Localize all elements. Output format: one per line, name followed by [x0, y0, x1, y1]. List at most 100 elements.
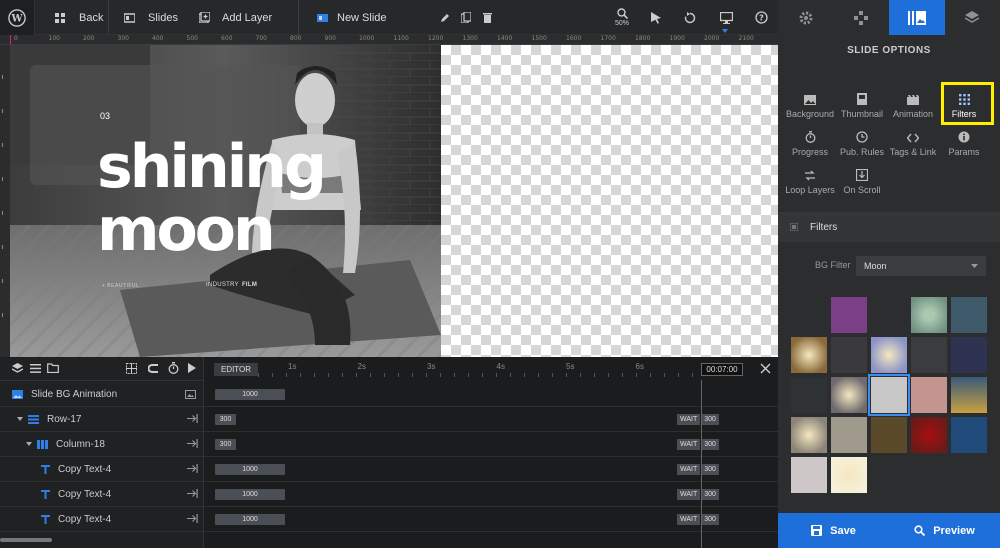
horizontal-scrollbar[interactable] [0, 538, 52, 542]
filter-swatch[interactable] [791, 457, 827, 493]
tab-slide-options[interactable] [889, 0, 945, 35]
back-button[interactable]: Back [55, 0, 103, 35]
animation-bar[interactable]: 1000 [215, 489, 285, 500]
duplicate-icon[interactable] [459, 0, 473, 35]
timeline-layer-row[interactable]: Row-17 300 WAIT 300 [0, 407, 778, 432]
option-tags-link[interactable]: Tags & Link [887, 127, 939, 157]
option-animation[interactable]: Animation [887, 89, 939, 119]
filter-swatch[interactable] [951, 377, 987, 413]
option-params[interactable]: Params [938, 127, 990, 157]
filter-swatch[interactable] [911, 377, 947, 413]
slide-caption-right[interactable]: INDUSTRY FILM [206, 282, 257, 288]
transparent-canvas-area [441, 45, 778, 357]
save-button[interactable]: Save [778, 513, 889, 548]
trash-icon[interactable] [480, 0, 494, 35]
filter-swatch[interactable] [911, 337, 947, 373]
filter-swatch[interactable] [791, 297, 827, 333]
filter-swatch-moon[interactable] [868, 374, 910, 416]
filter-swatch[interactable] [951, 417, 987, 453]
option-thumbnail[interactable]: Thumbnail [836, 89, 888, 119]
option-background[interactable]: Background [784, 89, 836, 119]
image-settings-icon[interactable] [185, 390, 196, 399]
magnet-icon[interactable] [148, 363, 159, 374]
filter-swatch[interactable] [911, 417, 947, 453]
filters-section-header[interactable]: Filters [778, 212, 1000, 242]
timeline-layer-row[interactable]: Copy Text-4 1000 WAIT 300 [0, 457, 778, 482]
zoom-button[interactable]: 50% [610, 0, 634, 35]
filter-swatch[interactable] [791, 417, 827, 453]
layer-name: Slide BG Animation [31, 389, 118, 400]
option-pub-rules[interactable]: Pub. Rules [836, 127, 888, 157]
filter-swatch[interactable] [871, 417, 907, 453]
animation-bar[interactable]: 1000 [215, 389, 285, 400]
slides-button[interactable]: Slides [124, 0, 178, 35]
editor-button[interactable]: EDITOR [214, 363, 258, 376]
arrow-to-end-icon[interactable] [187, 414, 198, 423]
ruler-tick: 800 [290, 35, 302, 42]
slide-preview[interactable]: 03 shining moon + BEAUTIFUL INDUSTRY FIL… [10, 45, 441, 357]
timeline-layer-row[interactable]: Column-18 300 WAIT 300 [0, 432, 778, 457]
slide-name-field[interactable]: New Slide [317, 0, 387, 35]
wait-block[interactable]: WAIT 300 [677, 414, 719, 425]
layers-icon[interactable] [12, 363, 23, 374]
undo-icon[interactable] [683, 0, 697, 35]
filter-swatch[interactable] [831, 377, 867, 413]
tab-settings[interactable] [778, 0, 834, 35]
filter-swatch[interactable] [791, 337, 827, 373]
slide-number[interactable]: 03 [100, 111, 110, 121]
tab-layers[interactable] [945, 0, 1000, 35]
filter-swatch[interactable] [871, 297, 907, 333]
filter-swatch[interactable] [831, 457, 867, 493]
list-icon[interactable] [30, 364, 41, 373]
wait-block[interactable]: WAIT 300 [677, 439, 719, 450]
slide-headline-2[interactable]: moon [97, 200, 276, 260]
animation-bar[interactable]: 1000 [215, 464, 285, 475]
grid-toggle-icon[interactable] [126, 363, 137, 374]
add-layer-button[interactable]: Add Layer [199, 0, 272, 35]
filter-swatch[interactable] [831, 297, 867, 333]
wait-block[interactable]: WAIT 300 [677, 489, 719, 500]
timeline-end-time[interactable]: 00:07:00 [701, 363, 743, 376]
slide-headline-1[interactable]: shining [97, 137, 327, 197]
arrow-to-end-icon[interactable] [187, 489, 198, 498]
option-loop-layers[interactable]: Loop Layers [784, 165, 836, 195]
help-icon[interactable]: ? [753, 0, 769, 35]
animation-bar[interactable]: 300 [215, 414, 236, 425]
arrow-to-end-icon[interactable] [187, 514, 198, 523]
option-on-scroll[interactable]: On Scroll [836, 165, 888, 195]
wordpress-logo-icon[interactable]: W [0, 0, 35, 35]
timeline-layer-row[interactable]: Copy Text-4 1000 WAIT 300 [0, 507, 778, 532]
timeline-layer-row[interactable]: Copy Text-4 1000 WAIT 300 [0, 482, 778, 507]
filter-swatch[interactable] [911, 297, 947, 333]
timeline-layer-row[interactable]: Slide BG Animation 1000 [0, 382, 778, 407]
info-icon [938, 127, 990, 143]
filter-swatch[interactable] [791, 377, 827, 413]
animation-bar[interactable]: 300 [215, 439, 236, 450]
arrow-to-end-icon[interactable] [187, 439, 198, 448]
slide-caption-left[interactable]: + BEAUTIFUL [102, 283, 139, 289]
animation-bar[interactable]: 1000 [215, 514, 285, 525]
caret-down-icon[interactable] [17, 417, 23, 421]
filter-swatch[interactable] [831, 337, 867, 373]
cursor-icon[interactable] [649, 0, 663, 35]
arrow-to-end-icon[interactable] [187, 464, 198, 473]
wait-block[interactable]: WAIT 300 [677, 464, 719, 475]
stopwatch-icon[interactable] [168, 362, 179, 374]
bg-filter-select[interactable]: Moon [856, 256, 986, 276]
pencil-icon[interactable] [438, 0, 452, 35]
filter-swatch[interactable] [951, 297, 987, 333]
caret-down-icon[interactable] [26, 442, 32, 446]
option-progress[interactable]: Progress [784, 127, 836, 157]
play-icon[interactable] [188, 363, 196, 373]
filter-swatch[interactable] [871, 337, 907, 373]
folder-icon[interactable] [47, 363, 59, 373]
timeline-playhead[interactable] [701, 380, 702, 548]
filter-swatch[interactable] [831, 417, 867, 453]
preview-button[interactable]: Preview [889, 513, 1000, 548]
timeline-second-label: 2s [357, 362, 366, 371]
close-icon[interactable] [760, 363, 771, 374]
layer-name: Row-17 [47, 414, 82, 425]
wait-block[interactable]: WAIT 300 [677, 514, 719, 525]
tab-navigation[interactable] [834, 0, 890, 35]
filter-swatch[interactable] [951, 337, 987, 373]
